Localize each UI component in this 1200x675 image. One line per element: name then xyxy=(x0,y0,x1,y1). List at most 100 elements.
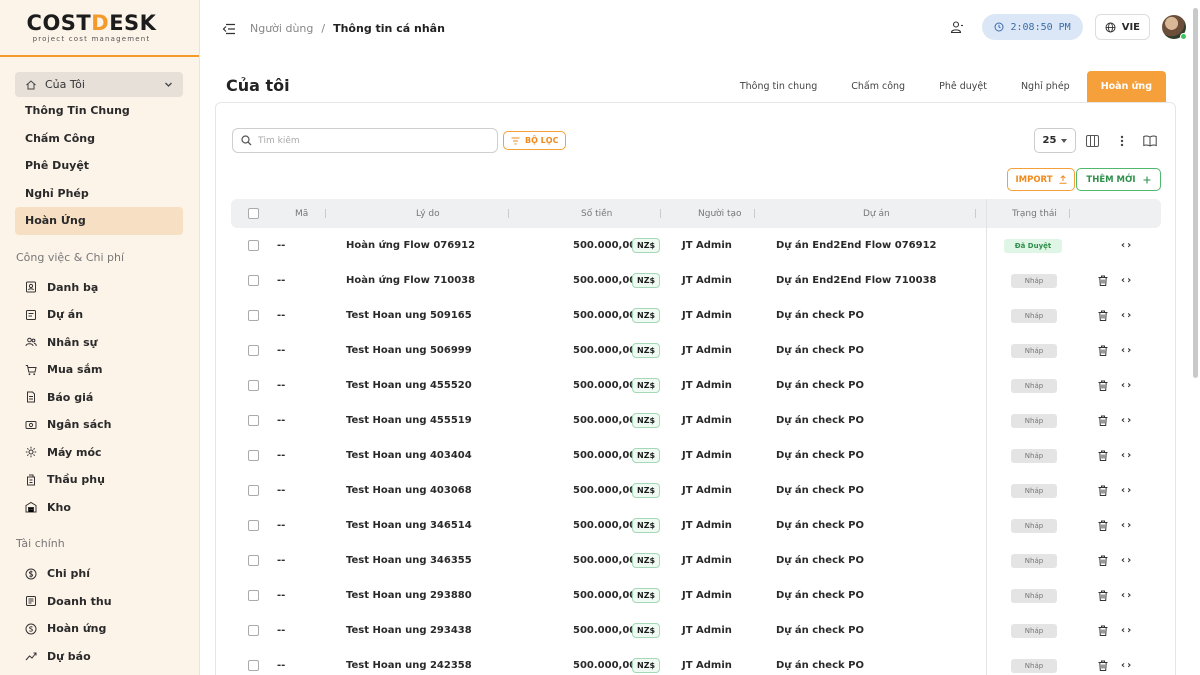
table-row[interactable]: -- Hoàn ứng Flow 076912 500.000,00 NZ$ JT Ad… xyxy=(231,228,1161,263)
column-header-creator[interactable]: Người tạo xyxy=(698,199,742,228)
expand-arrows-icon[interactable]: ‹› xyxy=(1121,228,1133,263)
tab-4[interactable]: Hoàn ứng xyxy=(1086,71,1166,102)
table-row[interactable]: -- Test Hoan ung 455519 500.000,00 NZ$ JT Ad… xyxy=(231,403,1161,438)
tab-3[interactable]: Nghỉ phép xyxy=(1004,71,1087,102)
language-selector[interactable]: VIE xyxy=(1094,14,1150,40)
sidebar-item-quote[interactable]: Báo giá xyxy=(15,384,183,412)
column-header-code[interactable]: Mã xyxy=(295,199,308,228)
sidebar-item-coin[interactable]: Chi phí xyxy=(15,560,183,588)
sidebar-item-refund[interactable]: Hoàn ứng xyxy=(15,615,183,643)
table-row[interactable]: -- Test Hoan ung 506999 500.000,00 NZ$ JT Ad… xyxy=(231,333,1161,368)
row-checkbox[interactable] xyxy=(248,590,259,601)
book-icon[interactable] xyxy=(1142,133,1158,149)
expand-arrows-icon[interactable]: ‹› xyxy=(1121,438,1133,473)
row-checkbox[interactable] xyxy=(248,660,259,671)
row-checkbox[interactable] xyxy=(248,555,259,566)
expand-arrows-icon[interactable]: ‹› xyxy=(1121,508,1133,543)
search-box[interactable] xyxy=(232,128,498,153)
tab-0[interactable]: Thông tin chung xyxy=(723,71,834,102)
tab-1[interactable]: Chấm công xyxy=(834,71,922,102)
sidebar-item-warehouse[interactable]: Kho xyxy=(15,494,183,522)
sidebar-group-my[interactable]: Của Tôi xyxy=(15,72,183,97)
row-checkbox[interactable] xyxy=(248,625,259,636)
table-row[interactable]: -- Test Hoan ung 293438 500.000,00 NZ$ JT Ad… xyxy=(231,613,1161,648)
sidebar-item-people[interactable]: Nhân sự xyxy=(15,329,183,357)
sidebar-item-cart[interactable]: Mua sắm xyxy=(15,356,183,384)
expand-arrows-icon[interactable]: ‹› xyxy=(1121,298,1133,333)
sidebar-item-machine[interactable]: Máy móc xyxy=(15,439,183,467)
sidebar-item-my-0[interactable]: Thông Tin Chung xyxy=(15,97,183,125)
expand-arrows-icon[interactable]: ‹› xyxy=(1121,473,1133,508)
sidebar-item-budget[interactable]: Ngân sách xyxy=(15,411,183,439)
import-button[interactable]: IMPORT xyxy=(1007,168,1075,191)
row-checkbox[interactable] xyxy=(248,310,259,321)
expand-arrows-icon[interactable]: ‹› xyxy=(1121,333,1133,368)
row-checkbox[interactable] xyxy=(248,345,259,356)
select-all-checkbox[interactable] xyxy=(248,208,259,219)
delete-icon[interactable] xyxy=(1098,298,1108,333)
search-input[interactable] xyxy=(258,135,488,146)
table-row[interactable]: -- Test Hoan ung 242358 500.000,00 NZ$ JT Ad… xyxy=(231,648,1161,675)
page-size-select[interactable]: 25 xyxy=(1034,128,1076,153)
table-row[interactable]: -- Test Hoan ung 455520 500.000,00 NZ$ JT Ad… xyxy=(231,368,1161,403)
delete-icon[interactable] xyxy=(1098,438,1108,473)
delete-icon[interactable] xyxy=(1098,613,1108,648)
row-checkbox[interactable] xyxy=(248,380,259,391)
expand-arrows-icon[interactable]: ‹› xyxy=(1121,263,1133,298)
expand-arrows-icon[interactable]: ‹› xyxy=(1121,578,1133,613)
logo[interactable]: COSTDESK project cost management xyxy=(0,0,199,57)
page-scrollbar[interactable] xyxy=(1193,8,1198,378)
column-header-project[interactable]: Dự án xyxy=(863,199,890,228)
sidebar-item-my-2[interactable]: Phê Duyệt xyxy=(15,152,183,180)
tab-2[interactable]: Phê duyệt xyxy=(922,71,1004,102)
sidebar-item-subcontract[interactable]: Thầu phụ xyxy=(15,466,183,494)
expand-arrows-icon[interactable]: ‹› xyxy=(1121,613,1133,648)
add-new-button[interactable]: THÊM MỚI xyxy=(1076,168,1161,191)
delete-icon[interactable] xyxy=(1098,543,1108,578)
delete-icon[interactable] xyxy=(1098,473,1108,508)
row-checkbox[interactable] xyxy=(248,450,259,461)
table-row[interactable]: -- Test Hoan ung 403068 500.000,00 NZ$ JT Ad… xyxy=(231,473,1161,508)
more-options-icon[interactable] xyxy=(1114,133,1130,149)
row-checkbox[interactable] xyxy=(248,240,259,251)
user-switch-icon[interactable] xyxy=(944,14,970,40)
delete-icon[interactable] xyxy=(1098,578,1108,613)
columns-icon[interactable] xyxy=(1084,133,1100,149)
collapse-sidebar-icon[interactable] xyxy=(216,16,242,42)
delete-icon[interactable] xyxy=(1098,263,1108,298)
filter-button[interactable]: BỘ LỌC xyxy=(503,131,567,150)
sidebar-item-my-1[interactable]: Chấm Công xyxy=(15,125,183,153)
upload-icon xyxy=(1059,175,1067,184)
delete-icon[interactable] xyxy=(1098,333,1108,368)
expand-arrows-icon[interactable]: ‹› xyxy=(1121,368,1133,403)
table-row[interactable]: -- Hoàn ứng Flow 710038 500.000,00 NZ$ JT Ad… xyxy=(231,263,1161,298)
breadcrumb-parent[interactable]: Người dùng xyxy=(250,22,313,35)
column-header-amount[interactable]: Số tiền xyxy=(581,199,612,228)
delete-icon[interactable] xyxy=(1098,403,1108,438)
expand-arrows-icon[interactable]: ‹› xyxy=(1121,648,1133,675)
table-row[interactable]: -- Test Hoan ung 509165 500.000,00 NZ$ JT Ad… xyxy=(231,298,1161,333)
sidebar-item-forecast[interactable]: Dự báo xyxy=(15,643,183,671)
sidebar-item-contacts[interactable]: Danh bạ xyxy=(15,274,183,302)
expand-arrows-icon[interactable]: ‹› xyxy=(1121,543,1133,578)
delete-icon[interactable] xyxy=(1098,648,1108,675)
row-checkbox[interactable] xyxy=(248,485,259,496)
table-row[interactable]: -- Test Hoan ung 346355 500.000,00 NZ$ JT Ad… xyxy=(231,543,1161,578)
sidebar-item-my-4[interactable]: Hoàn Ứng xyxy=(15,207,183,235)
expand-arrows-icon[interactable]: ‹› xyxy=(1121,403,1133,438)
row-checkbox[interactable] xyxy=(248,520,259,531)
sidebar-item-revenue[interactable]: Doanh thu xyxy=(15,588,183,616)
table-row[interactable]: -- Test Hoan ung 346514 500.000,00 NZ$ JT Ad… xyxy=(231,508,1161,543)
delete-icon[interactable] xyxy=(1098,368,1108,403)
sidebar-item-project[interactable]: Dự án xyxy=(15,301,183,329)
column-header-status[interactable]: Trạng thái xyxy=(1012,199,1057,228)
cell-status: Nháp xyxy=(1011,508,1057,543)
avatar[interactable] xyxy=(1162,15,1187,40)
row-checkbox[interactable] xyxy=(248,275,259,286)
table-row[interactable]: -- Test Hoan ung 293880 500.000,00 NZ$ JT Ad… xyxy=(231,578,1161,613)
delete-icon[interactable] xyxy=(1098,508,1108,543)
table-row[interactable]: -- Test Hoan ung 403404 500.000,00 NZ$ JT Ad… xyxy=(231,438,1161,473)
column-header-reason[interactable]: Lý do xyxy=(416,199,440,228)
sidebar-item-my-3[interactable]: Nghỉ Phép xyxy=(15,180,183,208)
row-checkbox[interactable] xyxy=(248,415,259,426)
